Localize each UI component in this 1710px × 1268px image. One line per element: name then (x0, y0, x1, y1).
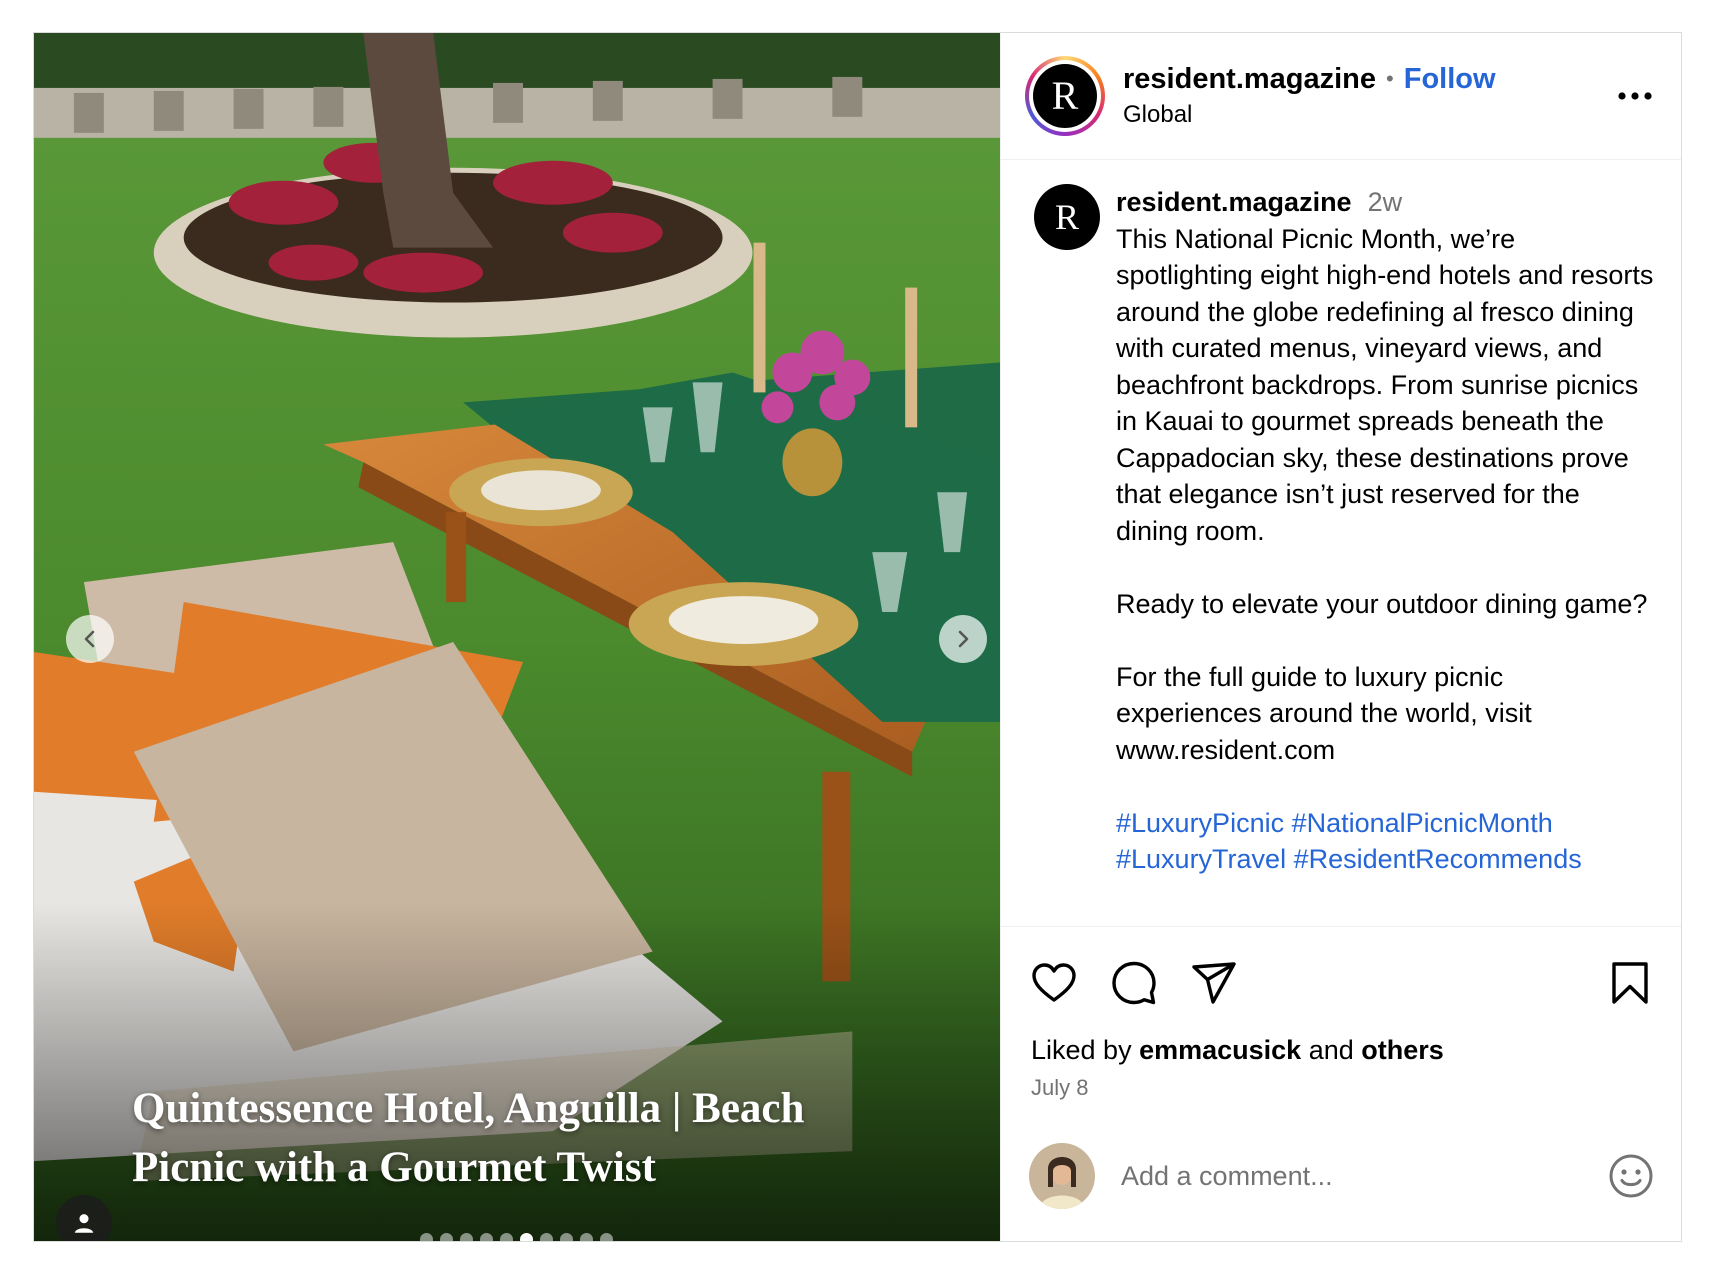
likes-summary: Liked by emmacusick and others (1001, 1017, 1681, 1067)
separator-dot: • (1386, 66, 1394, 91)
carousel-dot (520, 1233, 533, 1241)
carousel-dot (600, 1233, 613, 1241)
post-header: R resident.magazine • Follow Global (1001, 33, 1681, 160)
carousel-indicator (420, 1233, 613, 1241)
caption-paragraph: For the full guide to luxury picnic expe… (1116, 661, 1532, 765)
post-location[interactable]: Global (1123, 100, 1615, 130)
more-horizontal-icon (1618, 92, 1652, 100)
carousel-dot (460, 1233, 473, 1241)
comment-button[interactable] (1109, 958, 1159, 1008)
instagram-post: Quintessence Hotel, Anguilla | Beach Pic… (33, 32, 1682, 1242)
heart-icon (1032, 963, 1076, 1002)
current-user-avatar[interactable] (1029, 1143, 1095, 1209)
more-options-button[interactable] (1615, 76, 1655, 116)
share-icon (1192, 962, 1236, 1004)
comment-input[interactable] (1121, 1160, 1607, 1192)
likes-conjunction: and (1308, 1035, 1354, 1065)
liked-by-user[interactable]: emmacusick (1139, 1035, 1301, 1065)
carousel-dot (580, 1233, 593, 1241)
caption-section: R resident.magazine 2w This National Pic… (1001, 160, 1681, 927)
post-side-panel: R resident.magazine • Follow Global R re… (1000, 33, 1681, 1241)
bookmark-icon (1612, 962, 1648, 1004)
carousel-dot (540, 1233, 553, 1241)
caption-paragraph: Ready to elevate your outdoor dining gam… (1116, 588, 1648, 619)
chevron-right-icon (958, 630, 969, 648)
emoji-picker-button[interactable] (1607, 1152, 1655, 1200)
profile-photo (1029, 1143, 1095, 1209)
chevron-left-icon (84, 630, 95, 648)
follow-button[interactable]: Follow (1404, 62, 1496, 96)
liked-by-others[interactable]: others (1361, 1035, 1444, 1065)
post-media-carousel[interactable]: Quintessence Hotel, Anguilla | Beach Pic… (34, 33, 1000, 1241)
resident-logo: R (1033, 64, 1097, 128)
picnic-photo (34, 33, 1000, 1241)
caption-username[interactable]: resident.magazine (1116, 184, 1352, 221)
post-time-ago[interactable]: 2w (1368, 184, 1403, 221)
caption-author-avatar[interactable]: R (1034, 184, 1100, 250)
action-bar (1001, 927, 1681, 1017)
share-button[interactable] (1189, 958, 1239, 1008)
like-button[interactable] (1029, 958, 1079, 1008)
save-button[interactable] (1605, 958, 1655, 1008)
comment-bar (1001, 1111, 1681, 1241)
smiley-icon (1609, 1154, 1653, 1198)
author-avatar-story-ring[interactable]: R (1025, 56, 1105, 136)
carousel-dot (420, 1233, 433, 1241)
image-overlay-title: Quintessence Hotel, Anguilla | Beach Pic… (132, 1085, 805, 1191)
caption-paragraph: This National Picnic Month, we’re spotli… (1116, 223, 1654, 546)
post-date[interactable]: July 8 (1001, 1067, 1681, 1103)
comment-icon (1112, 961, 1156, 1005)
resident-logo: R (1034, 184, 1100, 250)
next-slide-button[interactable] (939, 615, 987, 663)
carousel-dot (500, 1233, 513, 1241)
caption-hashtags[interactable]: #LuxuryPicnic #NationalPicnicMonth #Luxu… (1116, 805, 1655, 878)
likes-prefix: Liked by (1031, 1035, 1132, 1065)
user-icon (74, 1214, 94, 1233)
carousel-dot (440, 1233, 453, 1241)
author-username[interactable]: resident.magazine (1123, 62, 1376, 96)
carousel-dot (480, 1233, 493, 1241)
carousel-dot (560, 1233, 573, 1241)
previous-slide-button[interactable] (66, 615, 114, 663)
